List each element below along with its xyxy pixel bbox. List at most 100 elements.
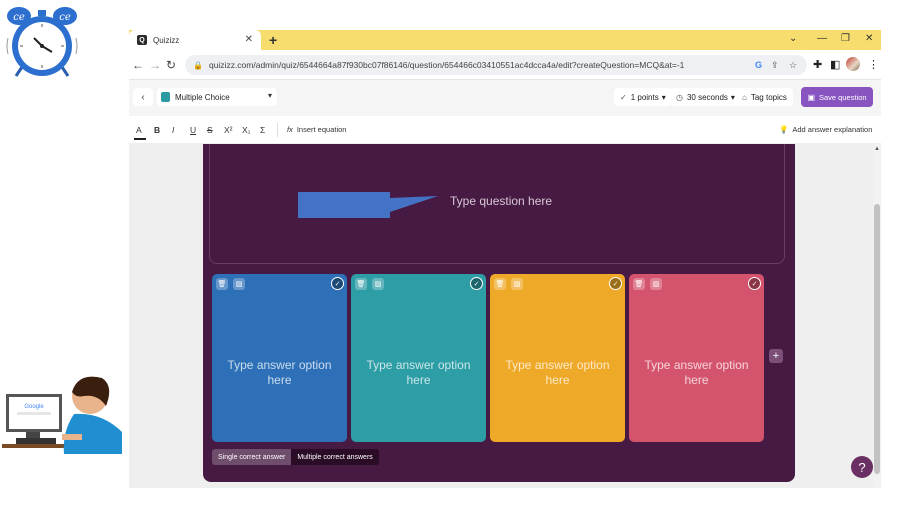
google-translate-icon[interactable]: G: [755, 59, 762, 71]
answer-option-placeholder[interactable]: Type answer option here: [361, 358, 476, 388]
answer-mode-toggle: Single correct answer Multiple correct a…: [212, 449, 379, 465]
image-icon[interactable]: ▨: [233, 278, 245, 290]
editor-content: Type question here 🗑 ▨ ✓ Type answer opt…: [129, 144, 881, 488]
question-placeholder: Type question here: [450, 194, 553, 208]
tab-quizizz[interactable]: Q Quizizz ✕: [129, 30, 261, 50]
insert-equation-label: Insert equation: [296, 125, 347, 134]
answer-option-placeholder[interactable]: Type answer option here: [500, 358, 615, 388]
chevron-left-icon: ‹: [141, 91, 145, 103]
tag-topics-button[interactable]: ⌂ Tag topics: [736, 88, 793, 106]
function-icon: fx: [287, 125, 293, 134]
save-question-label: Save question: [819, 92, 867, 102]
answer-option-card[interactable]: 🗑 ▨ ✓ Type answer option here: [490, 274, 625, 442]
multiple-correct-answers-option[interactable]: Multiple correct answers: [291, 449, 379, 465]
trash-icon[interactable]: 🗑: [633, 278, 645, 290]
vertical-scrollbar[interactable]: ▲: [873, 144, 881, 488]
caret-down-icon: ▾: [661, 92, 666, 102]
url-field[interactable]: 🔒 quizizz.com/admin/quiz/6544664a87f930b…: [185, 55, 807, 75]
points-label: 1 points: [630, 92, 659, 102]
tag-topics-label: Tag topics: [750, 92, 787, 102]
time-label: 30 seconds: [686, 92, 728, 102]
svg-text:ce: ce: [59, 12, 71, 23]
answer-option-card[interactable]: 🗑 ▨ ✓ Type answer option here: [212, 274, 347, 442]
insert-equation-button[interactable]: fx Insert equation: [287, 125, 346, 134]
text-color-button[interactable]: A: [136, 125, 142, 135]
editor-header: ‹ Multiple Choice ▾ ✓ 1 points ▾ ◷ 30 se…: [129, 80, 881, 116]
close-window-icon[interactable]: ✕: [865, 33, 873, 45]
add-explanation-button[interactable]: 💡 Add answer explanation: [779, 125, 872, 134]
side-panel-icon[interactable]: ◧: [830, 58, 840, 72]
restore-icon[interactable]: ❐: [841, 33, 850, 45]
mark-correct-check-icon[interactable]: ✓: [609, 277, 622, 290]
trash-icon[interactable]: 🗑: [355, 278, 367, 290]
mark-correct-check-icon[interactable]: ✓: [470, 277, 483, 290]
editor-back-button[interactable]: ‹: [133, 88, 153, 106]
alarm-clock-icon: ce ce: [6, 7, 78, 77]
tab-close-icon[interactable]: ✕: [245, 34, 253, 46]
kebab-menu-icon[interactable]: ⋮: [868, 58, 879, 72]
italic-button[interactable]: I: [172, 125, 174, 135]
svg-text:Google: Google: [24, 404, 44, 410]
question-input[interactable]: Type question here: [209, 144, 785, 264]
tab-search-icon[interactable]: ⌄: [789, 33, 797, 45]
multiple-choice-icon: [161, 92, 170, 102]
trash-icon[interactable]: 🗑: [216, 278, 228, 290]
format-toolbar: A B I U S X² X₁ Σ fx Insert equation 💡 Add…: [129, 116, 881, 144]
math-symbols-button[interactable]: Σ: [260, 125, 265, 135]
minimize-icon[interactable]: —: [817, 33, 827, 45]
caret-down-icon: ▾: [267, 91, 272, 100]
bookmark-star-icon[interactable]: ☆: [789, 59, 797, 71]
clock-icon: ◷: [676, 92, 683, 102]
add-explanation-label: Add answer explanation: [792, 125, 873, 134]
subscript-button[interactable]: X₁: [242, 125, 251, 135]
time-select[interactable]: ◷ 30 seconds ▾: [670, 88, 741, 106]
add-option-button[interactable]: +: [769, 349, 783, 363]
single-correct-answer-option[interactable]: Single correct answer: [212, 449, 292, 465]
answer-option-placeholder[interactable]: Type answer option here: [222, 358, 337, 388]
extensions-puzzle-icon[interactable]: ✚: [813, 58, 822, 72]
question-type-select[interactable]: Multiple Choice ▾: [157, 88, 277, 106]
profile-avatar[interactable]: [846, 57, 860, 71]
tag-icon: ⌂: [742, 92, 747, 102]
tab-strip: Q Quizizz ✕ + ⌄ — ❐ ✕: [129, 30, 881, 50]
share-icon[interactable]: ⇪: [771, 59, 779, 71]
superscript-button[interactable]: X²: [224, 125, 233, 135]
quizizz-logo-icon: Q: [137, 35, 147, 45]
forward-arrow-icon[interactable]: →: [149, 58, 161, 72]
scroll-up-icon[interactable]: ▲: [874, 146, 880, 152]
save-question-button[interactable]: ▣ Save question: [801, 87, 873, 107]
trash-icon[interactable]: 🗑: [494, 278, 506, 290]
address-bar: ← → ↻ 🔒 quizizz.com/admin/quiz/6544664a8…: [129, 50, 881, 80]
save-disk-icon: ▣: [807, 92, 815, 102]
image-icon[interactable]: ▨: [511, 278, 523, 290]
help-button[interactable]: ?: [851, 456, 873, 478]
reload-icon[interactable]: ↻: [166, 58, 176, 72]
new-tab-icon[interactable]: +: [269, 32, 277, 48]
question-type-label: Multiple Choice: [175, 92, 230, 102]
tab-title: Quizizz: [153, 35, 180, 45]
scrollbar-thumb[interactable]: [874, 204, 880, 474]
question-panel: Type question here 🗑 ▨ ✓ Type answer opt…: [203, 144, 795, 482]
underline-button[interactable]: U: [190, 125, 196, 135]
lock-icon: 🔒: [193, 60, 203, 70]
answer-option-card[interactable]: 🗑 ▨ ✓ Type answer option here: [629, 274, 764, 442]
points-select[interactable]: ✓ 1 points ▾: [614, 88, 672, 106]
image-icon[interactable]: ▨: [372, 278, 384, 290]
toolbar-divider: [277, 123, 278, 137]
svg-text:ce: ce: [13, 12, 25, 23]
check-icon: ✓: [620, 92, 627, 102]
mark-correct-check-icon[interactable]: ✓: [748, 277, 761, 290]
back-arrow-icon[interactable]: ←: [132, 58, 144, 72]
browser-window: Q Quizizz ✕ + ⌄ — ❐ ✕ ← → ↻ 🔒 quizizz.co…: [129, 30, 881, 488]
caret-down-icon: ▾: [730, 92, 735, 102]
person-at-computer-illustration: Google: [2, 376, 122, 454]
callout-pointer-shape: [298, 192, 438, 218]
text-color-indicator: [134, 138, 146, 140]
answer-option-card[interactable]: 🗑 ▨ ✓ Type answer option here: [351, 274, 486, 442]
bold-button[interactable]: B: [154, 125, 160, 135]
mark-correct-check-icon[interactable]: ✓: [331, 277, 344, 290]
strikethrough-button[interactable]: S: [207, 125, 213, 135]
answer-option-placeholder[interactable]: Type answer option here: [639, 358, 754, 388]
lightbulb-icon: 💡: [779, 125, 789, 134]
image-icon[interactable]: ▨: [650, 278, 662, 290]
